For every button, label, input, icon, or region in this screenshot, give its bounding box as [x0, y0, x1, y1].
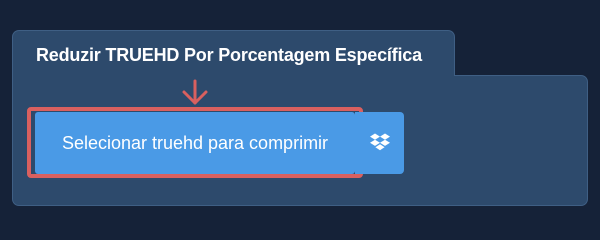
dropbox-icon	[369, 133, 390, 151]
panel-title: Reduzir TRUEHD Por Porcentagem Específic…	[36, 45, 422, 65]
dropbox-button[interactable]	[355, 112, 404, 174]
panel-seam	[13, 74, 454, 78]
select-file-button-label: Selecionar truehd para comprimir	[61, 132, 329, 153]
select-file-button[interactable]: Selecionar truehd para comprimir	[35, 112, 355, 174]
arrow-down-icon	[182, 79, 208, 105]
